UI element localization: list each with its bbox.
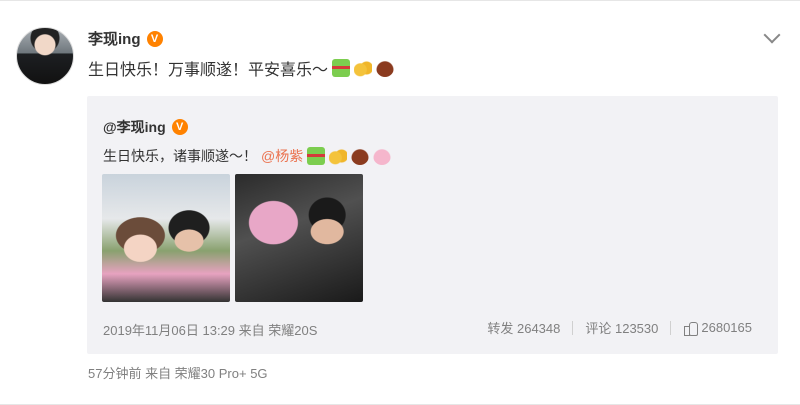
mention-link[interactable]: @杨紫 [261,146,303,166]
author-avatar[interactable] [16,27,74,85]
repost-text: 生日快乐，诸事顺遂～！ @杨紫 [103,146,392,166]
gift-icon [332,59,351,77]
divider [572,320,574,335]
verified-badge-icon: V [146,30,163,47]
repost-block: @李现ing V 生日快乐，诸事顺遂～！ @杨紫 2019年11月06日 13:… [87,96,778,354]
repost-meta: 2019年11月06日 13:29 来自 荣耀20S [103,323,318,338]
post-text-content: 生日快乐！万事顺遂！平安喜乐～ [88,62,329,79]
repost-actions: 转发 264348 评论 123530 2680165 [487,318,752,337]
photo-thumbnail[interactable] [102,174,230,302]
author-row: 李现ing V [88,28,163,49]
repost-count-button[interactable]: 转发 264348 [487,318,560,337]
comment-count-button[interactable]: 评论 123530 [585,318,658,337]
verified-badge-icon: V [171,119,188,135]
chevron-down-icon[interactable] [763,26,781,44]
like-button[interactable]: 2680165 [683,320,752,336]
cheers-icon [329,147,348,165]
cake-icon [376,59,395,77]
repost-text-content: 生日快乐，诸事顺遂～！ [103,148,257,164]
photo-thumbnail[interactable] [235,174,363,302]
divider [670,320,672,335]
post-text: 生日快乐！万事顺遂！平安喜乐～ [88,56,395,80]
weibo-post-card: 李现ing V 生日快乐！万事顺遂！平安喜乐～ @李现ing V 生日快乐，诸事… [0,0,800,405]
like-count: 2680165 [701,320,752,335]
post-footer: 57分钟前 来自 荣耀30 Pro+ 5G [88,366,268,381]
thumbs-up-icon [683,321,699,336]
gift-icon [307,147,326,165]
repost-author-name[interactable]: @李现ing [103,117,166,137]
author-name[interactable]: 李现ing [88,28,141,49]
repost-author-row: @李现ing V [103,117,188,137]
bunny-icon [373,147,392,165]
cheers-icon [354,59,373,77]
cake-icon [351,147,370,165]
